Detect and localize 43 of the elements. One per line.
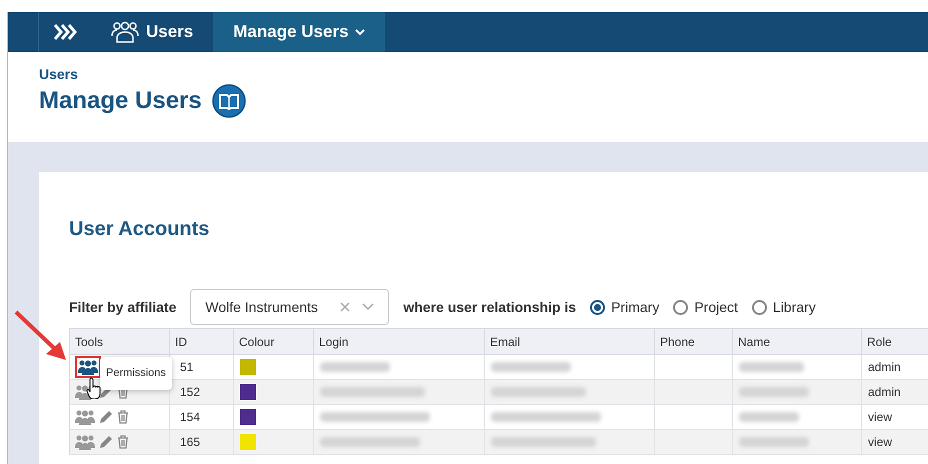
redacted-text (320, 362, 390, 372)
radio-button[interactable] (673, 300, 688, 314)
annotation-arrow (14, 310, 68, 362)
redacted-text (739, 412, 799, 422)
table-cell-text: admin (867, 359, 902, 376)
card-title: User Accounts (69, 217, 210, 242)
caret-icon (354, 28, 365, 36)
table-cell-text: view (867, 434, 894, 451)
radio-option[interactable]: Primary (590, 296, 660, 318)
redacted-text (739, 362, 804, 372)
column-header: ID (170, 329, 234, 354)
affiliate-select[interactable]: Wolfe Instruments (190, 289, 390, 325)
column-header: Email (485, 329, 655, 354)
table-cell: 165 (170, 430, 234, 454)
redacted-text (739, 437, 809, 447)
column-header: Name (733, 329, 862, 354)
table-cell-text: admin (867, 384, 902, 401)
column-header: Login (314, 329, 485, 354)
radio-button[interactable] (590, 300, 606, 314)
filter-label: Filter by affiliate (69, 298, 176, 317)
radio-option[interactable]: Library (752, 296, 816, 318)
users-outline-icon (110, 21, 140, 43)
breadcrumb-item[interactable]: Manage Users (213, 12, 385, 52)
trash-icon[interactable] (117, 410, 129, 424)
breadcrumb-item[interactable]: Users (90, 12, 214, 52)
chevron-down-icon[interactable] (362, 303, 374, 311)
column-header: Tools (70, 329, 170, 354)
column-header: Colour (234, 329, 314, 354)
column-header: Phone (655, 329, 733, 354)
column-header: Role (862, 329, 928, 354)
table-cell: 154 (170, 405, 234, 429)
table-cell-text: view (867, 409, 894, 426)
tooltip: Permissions (100, 357, 172, 390)
section-label: Users (39, 65, 79, 83)
radio-button[interactable] (752, 300, 767, 314)
redacted-text (739, 387, 809, 397)
page-title: Manage Users (39, 86, 202, 116)
trash-icon[interactable] (117, 435, 129, 449)
relation-label: where user relationship is (403, 298, 576, 317)
chevrons-logo-icon[interactable] (52, 23, 76, 41)
clear-icon[interactable] (340, 302, 350, 312)
radio-option[interactable]: Project (673, 296, 738, 318)
book-icon[interactable] (212, 84, 246, 118)
